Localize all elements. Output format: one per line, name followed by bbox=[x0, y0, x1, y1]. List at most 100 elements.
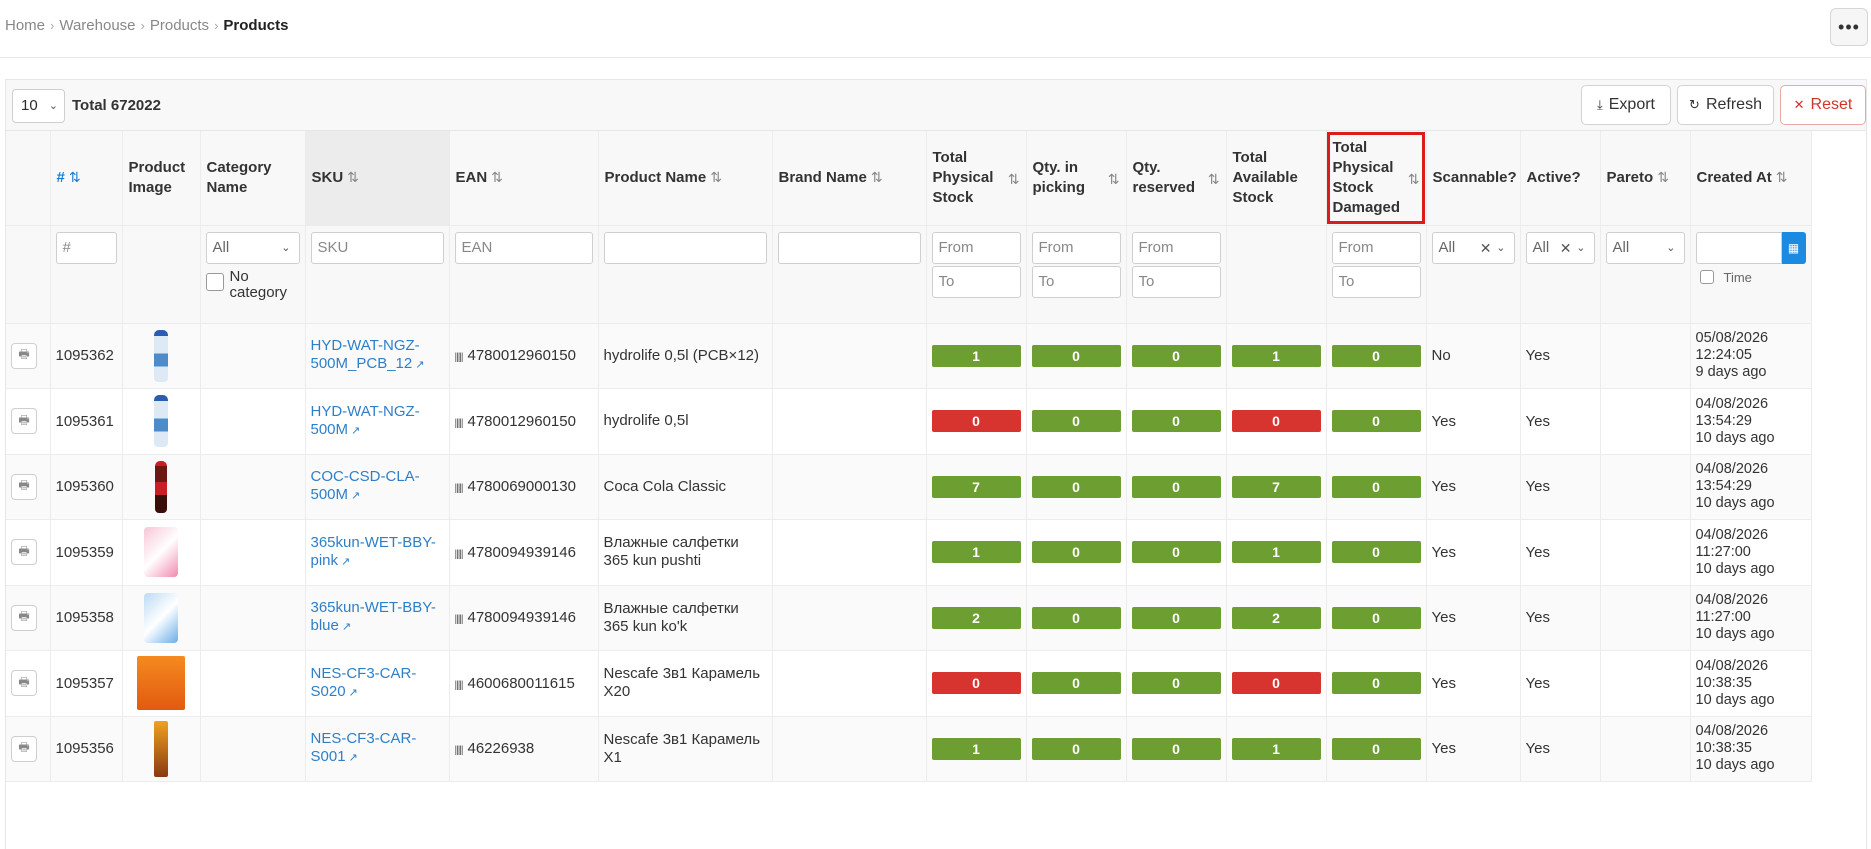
ean-filter-input[interactable]: EAN bbox=[454, 231, 593, 264]
row-ean: 4780012960150 bbox=[467, 412, 576, 430]
product-image bbox=[135, 589, 187, 646]
table-row[interactable]: 🖶 1095362 HYD-WAT-NGZ- 500M_PCB_12 ↗ |||||… bbox=[6, 323, 1812, 389]
col-qty-reserved-header[interactable]: Qty. reserved ⇅ bbox=[1126, 131, 1227, 226]
row-scannable: Yes bbox=[1426, 388, 1521, 455]
reset-button[interactable]: ✕ Reset bbox=[1780, 85, 1866, 125]
created-date-input[interactable] bbox=[1695, 231, 1782, 264]
reserved-qty-badge: 0 bbox=[1131, 672, 1221, 695]
breadcrumb-products[interactable]: Products bbox=[150, 17, 209, 34]
picking-qty-badge: 0 bbox=[1031, 737, 1121, 760]
breadcrumb-home[interactable]: Home bbox=[5, 17, 45, 34]
calendar-icon[interactable]: ▦ bbox=[1781, 231, 1806, 264]
clear-icon[interactable]: ✕ bbox=[1560, 233, 1572, 263]
reserved-from-input[interactable]: From bbox=[1131, 231, 1221, 264]
physical-to-input[interactable]: To bbox=[931, 265, 1021, 298]
table-row[interactable]: 🖶 1095356 NES-CF3-CAR- S001 ↗ ||||| 4622693… bbox=[6, 716, 1812, 782]
damaged-to-input[interactable]: To bbox=[1331, 265, 1421, 298]
row-active: Yes bbox=[1520, 519, 1601, 586]
col-product-name-header[interactable]: Product Name ⇅ bbox=[598, 131, 773, 226]
printer-icon[interactable]: 🖶 bbox=[11, 604, 37, 631]
external-link-icon: ↗ bbox=[415, 359, 425, 372]
reserved-qty-badge: 0 bbox=[1131, 344, 1221, 367]
table-row[interactable]: 🖶 1095357 NES-CF3-CAR- S020 ↗ ||||| 4600680… bbox=[6, 650, 1812, 717]
row-pareto bbox=[1600, 388, 1691, 455]
clear-icon[interactable]: ✕ bbox=[1480, 233, 1492, 263]
pareto-filter-select[interactable]: All ⌄ bbox=[1605, 231, 1685, 264]
picking-to-input[interactable]: To bbox=[1031, 265, 1121, 298]
product-image bbox=[135, 393, 187, 450]
row-scannable: Yes bbox=[1426, 519, 1521, 586]
product-name-filter-input[interactable] bbox=[603, 231, 767, 264]
damaged-stock-badge: 0 bbox=[1331, 475, 1421, 498]
no-category-checkbox-row[interactable]: No category bbox=[205, 268, 300, 301]
row-product-name: Coca Cola Classic bbox=[603, 477, 727, 495]
sku-link[interactable]: HYD-WAT-NGZ- 500M_PCB_12 ↗ bbox=[311, 337, 444, 374]
scannable-filter-select[interactable]: All ✕ ⌄ bbox=[1431, 231, 1515, 264]
col-created-at-header[interactable]: Created At ⇅ bbox=[1690, 131, 1812, 226]
sort-icon: ⇅ bbox=[1657, 169, 1669, 186]
row-ean: 4780012960150 bbox=[467, 347, 576, 365]
printer-icon[interactable]: 🖶 bbox=[11, 342, 37, 369]
reserved-qty-badge: 0 bbox=[1131, 606, 1221, 629]
col-image-header: Product Image bbox=[122, 131, 201, 226]
table-row[interactable]: 🖶 1095358 365kun-WET-BBY-blue ↗ ||||| 4780… bbox=[6, 585, 1812, 651]
row-id: 1095357 bbox=[50, 650, 123, 717]
external-link-icon: ↗ bbox=[351, 424, 361, 437]
sku-link[interactable]: NES-CF3-CAR- S020 ↗ bbox=[311, 665, 444, 702]
barcode-icon: ||||| bbox=[454, 745, 464, 757]
brand-filter-input[interactable] bbox=[777, 231, 921, 264]
damaged-from-input[interactable]: From bbox=[1331, 231, 1421, 264]
breadcrumb-warehouse[interactable]: Warehouse bbox=[59, 17, 135, 34]
col-total-damaged-header[interactable]: Total Physical Stock Damaged ⇅ bbox=[1326, 131, 1427, 226]
export-button[interactable]: ⤓ Export bbox=[1581, 85, 1671, 125]
sku-link[interactable]: 365kun-WET-BBY-pink ↗ bbox=[311, 534, 444, 571]
row-scannable: Yes bbox=[1426, 716, 1521, 782]
row-created-date: 04/08/2026 bbox=[1695, 723, 1769, 740]
col-id-header[interactable]: # ⇅ bbox=[50, 131, 123, 226]
product-image bbox=[135, 458, 187, 515]
physical-from-input[interactable]: From bbox=[931, 231, 1021, 264]
row-pareto bbox=[1600, 585, 1691, 651]
col-qty-picking-header[interactable]: Qty. in picking ⇅ bbox=[1026, 131, 1127, 226]
col-sku-header[interactable]: SKU ⇅ bbox=[305, 131, 450, 226]
no-category-checkbox[interactable] bbox=[205, 272, 224, 291]
sku-link[interactable]: 365kun-WET-BBY-blue ↗ bbox=[311, 599, 444, 636]
sku-link[interactable]: NES-CF3-CAR- S001 ↗ bbox=[311, 730, 444, 767]
table-row[interactable]: 🖶 1095361 HYD-WAT-NGZ- 500M ↗ ||||| 4780012… bbox=[6, 388, 1812, 455]
picking-from-input[interactable]: From bbox=[1031, 231, 1121, 264]
sku-filter-input[interactable]: SKU bbox=[310, 231, 444, 264]
printer-icon[interactable]: 🖶 bbox=[11, 539, 37, 566]
time-checkbox-row[interactable]: Time bbox=[1696, 270, 1806, 285]
sku-link[interactable]: HYD-WAT-NGZ- 500M ↗ bbox=[311, 403, 444, 440]
table-row[interactable]: 🖶 1095359 365kun-WET-BBY-pink ↗ ||||| 4780… bbox=[6, 519, 1812, 586]
row-brand bbox=[772, 519, 927, 586]
col-pareto-header[interactable]: Pareto ⇅ bbox=[1600, 131, 1691, 226]
reserved-to-input[interactable]: To bbox=[1131, 265, 1221, 298]
time-checkbox[interactable] bbox=[1699, 270, 1714, 284]
table-row[interactable]: 🖶 1095360 COC-CSD-CLA- 500M ↗ ||||| 4780069… bbox=[6, 454, 1812, 520]
col-ean-header[interactable]: EAN ⇅ bbox=[449, 131, 599, 226]
id-filter-input[interactable]: # bbox=[55, 231, 117, 264]
row-active: Yes bbox=[1520, 650, 1601, 717]
row-product-name: Nescafe 3в1 Карамель bbox=[603, 730, 761, 748]
row-pareto bbox=[1600, 454, 1691, 520]
printer-icon[interactable]: 🖶 bbox=[11, 670, 37, 697]
barcode-icon: ||||| bbox=[454, 614, 464, 626]
printer-icon[interactable]: 🖶 bbox=[11, 735, 37, 762]
active-filter-select[interactable]: All ✕ ⌄ bbox=[1525, 231, 1595, 264]
printer-icon[interactable]: 🖶 bbox=[11, 473, 37, 500]
row-pareto bbox=[1600, 323, 1691, 389]
chevron-down-icon: ⌄ bbox=[281, 241, 291, 254]
more-options-button[interactable]: ••• bbox=[1830, 8, 1868, 46]
col-brand-header[interactable]: Brand Name ⇅ bbox=[772, 131, 927, 226]
chevron-down-icon: ⌄ bbox=[1496, 241, 1506, 254]
filter-row: # All ⌄ No category SKU EAN From To From To… bbox=[6, 225, 1812, 324]
refresh-button[interactable]: ↻ Refresh bbox=[1677, 85, 1774, 125]
picking-qty-badge: 0 bbox=[1031, 410, 1121, 433]
col-total-physical-header[interactable]: Total Physical Stock ⇅ bbox=[926, 131, 1027, 226]
created-date-filter: ▦ bbox=[1695, 231, 1806, 264]
printer-icon[interactable]: 🖶 bbox=[11, 408, 37, 435]
category-filter-select[interactable]: All ⌄ bbox=[205, 231, 300, 264]
page-size-select[interactable]: 10 ⌄ bbox=[12, 89, 65, 123]
sku-link[interactable]: COC-CSD-CLA- 500M ↗ bbox=[311, 468, 444, 505]
